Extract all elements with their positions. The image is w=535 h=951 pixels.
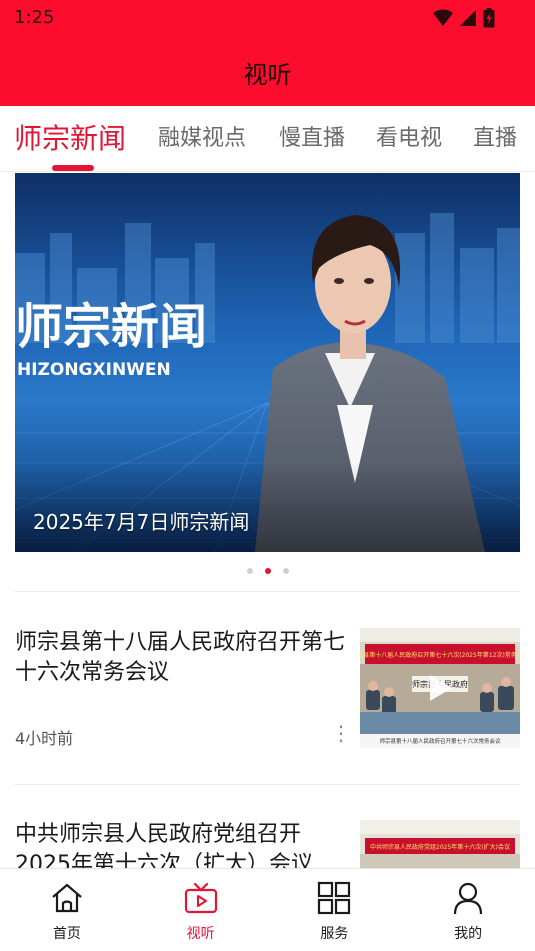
banner-backdrop-subtitle: HIZONGXINWEN <box>17 360 171 380</box>
thumb-banner-text: 师宗县第十八届人民政府召开第七十六次(2025年第12次)常务会议 <box>360 651 520 659</box>
video-tv-icon <box>184 882 217 914</box>
grid-icon <box>318 881 351 915</box>
news-time: 4小时前 <box>15 729 74 748</box>
tab-watch-tv[interactable]: 看电视 <box>376 120 442 152</box>
user-icon <box>454 882 483 915</box>
news-title: 师宗县第十八届人民政府召开第七十六次常务会议 <box>15 630 346 685</box>
page-title: 视听 <box>243 61 292 89</box>
carousel-dot-active[interactable] <box>264 568 271 574</box>
more-options-icon[interactable]: ⋮ <box>331 722 351 746</box>
nav-services-label: 服务 <box>320 926 349 942</box>
banner-caption: 2025年7月7日师宗新闻 <box>33 510 250 534</box>
status-icons <box>433 8 495 28</box>
status-time: 1:25 <box>14 7 55 28</box>
news-thumbnail: 师宗县第十八届人民政府召开第七十六次(2025年第12次)常务会议 师宗县人民政… <box>360 628 520 748</box>
carousel-dot[interactable] <box>246 568 253 574</box>
tab-slow-live[interactable]: 慢直播 <box>279 120 345 152</box>
carousel-dot[interactable] <box>282 568 289 574</box>
home-icon <box>52 883 82 913</box>
banner-backdrop-title: 师宗新闻 <box>15 299 207 355</box>
nav-profile[interactable]: 我的 <box>401 869 535 951</box>
app-header: 1:25 视听 <box>0 0 535 106</box>
divider <box>15 591 520 592</box>
status-bar: 1:25 <box>0 0 535 36</box>
carousel-pagination <box>0 566 535 576</box>
wifi-icon <box>433 9 453 26</box>
nav-home[interactable]: 首页 <box>0 869 134 951</box>
channel-tabs: 师宗新闻 融媒视点 慢直播 看电视 直播 <box>0 106 535 172</box>
nav-profile-label: 我的 <box>454 926 483 942</box>
battery-icon <box>483 8 495 28</box>
bottom-navigation: 首页 视听 服务 我的 <box>0 868 535 951</box>
featured-video-banner[interactable]: 师宗新闻 HIZONGXINWEN 2025年7月7日师宗新闻 <box>15 173 520 552</box>
news-list-item[interactable]: 师宗县第十八届人民政府召开第七十六次常务会议 4小时前 ⋮ 师宗县第十八届人民政… <box>15 628 520 778</box>
tab-media-viewpoint[interactable]: 融媒视点 <box>158 120 246 152</box>
nav-services[interactable]: 服务 <box>268 869 402 951</box>
tab-live[interactable]: 直播 <box>473 120 517 152</box>
divider <box>15 784 520 785</box>
nav-video-label: 视听 <box>186 926 215 942</box>
nav-home-label: 首页 <box>52 926 81 942</box>
thumb-footer-text: 师宗县第十八届人民政府召开第七十六次常务会议 <box>379 737 501 745</box>
nav-video[interactable]: 视听 <box>134 869 268 951</box>
play-icon[interactable] <box>426 673 454 703</box>
tab-shizong-news[interactable]: 师宗新闻 <box>14 117 126 157</box>
active-tab-indicator <box>52 165 94 171</box>
signal-icon <box>460 10 476 26</box>
thumb-banner-text: 中共师宗县人民政府党组2025年第十六次(扩大)会议 <box>370 843 510 851</box>
